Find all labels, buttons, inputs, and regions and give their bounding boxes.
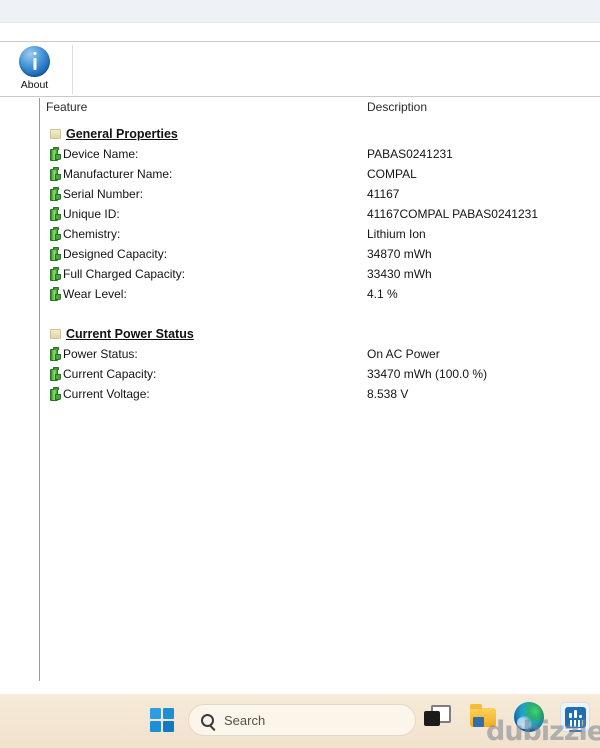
list-group-label: General Properties xyxy=(66,127,178,141)
table-row[interactable]: Device Name: PABAS0241231 xyxy=(42,144,600,164)
battery-item-icon xyxy=(50,227,61,241)
feature-value: On AC Power xyxy=(367,347,440,361)
table-row[interactable]: Designed Capacity: 34870 mWh xyxy=(42,244,600,264)
list-group-label: Current Power Status xyxy=(66,327,194,341)
battery-item-icon xyxy=(50,247,61,261)
feature-label: Manufacturer Name: xyxy=(63,167,173,181)
search-placeholder: Search xyxy=(224,712,266,728)
battery-item-icon xyxy=(50,147,61,161)
task-view-icon[interactable] xyxy=(422,702,452,732)
table-row[interactable]: Manufacturer Name: COMPAL xyxy=(42,164,600,184)
table-row[interactable]: Serial Number: 41167 xyxy=(42,184,600,204)
feature-value: 33470 mWh (100.0 %) xyxy=(367,367,488,381)
battery-info-app-icon[interactable] xyxy=(560,702,590,732)
battery-item-icon xyxy=(50,387,61,401)
navigation-pane[interactable] xyxy=(0,98,40,681)
list-group-row[interactable]: Current Power Status xyxy=(42,324,600,344)
taskbar-icon-group xyxy=(422,702,590,732)
battery-item-icon xyxy=(50,347,61,361)
toolbar: About xyxy=(0,41,600,97)
battery-item-icon xyxy=(50,267,61,281)
battery-item-icon xyxy=(50,207,61,221)
feature-value: 41167 xyxy=(367,187,400,201)
taskbar-center-group: Search xyxy=(150,704,416,736)
folder-icon xyxy=(50,329,61,339)
column-header-feature[interactable]: Feature xyxy=(46,100,87,114)
table-row[interactable]: Current Voltage: 8.538 V xyxy=(42,384,600,404)
about-button-label: About xyxy=(20,79,49,91)
table-row[interactable]: Chemistry: Lithium Ion xyxy=(42,224,600,244)
battery-info-window: About Feature Description General Proper… xyxy=(0,23,600,717)
battery-details-list: Feature Description General Properties De… xyxy=(42,98,600,681)
battery-item-icon xyxy=(50,287,61,301)
feature-label: Unique ID: xyxy=(63,207,120,221)
search-input[interactable]: Search xyxy=(188,704,416,736)
window-body: Feature Description General Properties De… xyxy=(0,98,600,681)
battery-item-icon xyxy=(50,367,61,381)
feature-value: 33430 mWh xyxy=(367,267,432,281)
table-row[interactable]: Power Status: On AC Power xyxy=(42,344,600,364)
battery-item-icon xyxy=(50,187,61,201)
file-explorer-icon[interactable] xyxy=(468,702,498,732)
list-header: Feature Description xyxy=(42,98,600,120)
taskbar: Search xyxy=(0,694,600,748)
table-row[interactable]: Wear Level: 4.1 % xyxy=(42,284,600,304)
feature-value: COMPAL xyxy=(367,167,417,181)
feature-value: 41167COMPAL PABAS0241231 xyxy=(367,207,538,221)
microsoft-edge-icon[interactable] xyxy=(514,702,544,732)
screen: About Feature Description General Proper… xyxy=(0,0,600,748)
feature-value: Lithium Ion xyxy=(367,227,426,241)
table-row[interactable]: Full Charged Capacity: 33430 mWh xyxy=(42,264,600,284)
feature-label: Serial Number: xyxy=(63,187,144,201)
table-row[interactable]: Unique ID: 41167COMPAL PABAS0241231 xyxy=(42,204,600,224)
feature-label: Current Voltage: xyxy=(63,387,150,401)
table-row[interactable]: Current Capacity: 33470 mWh (100.0 %) xyxy=(42,364,600,384)
toolbar-separator xyxy=(72,45,73,94)
feature-label: Chemistry: xyxy=(63,227,121,241)
feature-label: Wear Level: xyxy=(63,287,127,301)
column-header-description[interactable]: Description xyxy=(367,100,427,114)
info-circle-icon xyxy=(19,46,50,77)
folder-icon xyxy=(50,129,61,139)
feature-value: 8.538 V xyxy=(367,387,409,401)
feature-value: PABAS0241231 xyxy=(367,147,453,161)
feature-value: 34870 mWh xyxy=(367,247,432,261)
list-row-spacer xyxy=(42,304,600,324)
feature-label: Full Charged Capacity: xyxy=(63,267,186,281)
start-icon[interactable] xyxy=(150,708,174,732)
battery-item-icon xyxy=(50,167,61,181)
feature-label: Device Name: xyxy=(63,147,139,161)
feature-label: Current Capacity: xyxy=(63,367,157,381)
list-group-row[interactable]: General Properties xyxy=(42,124,600,144)
feature-value: 4.1 % xyxy=(367,287,398,301)
about-button[interactable]: About xyxy=(6,43,63,97)
list-rows: General Properties Device Name: PABAS02412… xyxy=(42,120,600,404)
desktop-background-strip xyxy=(0,0,600,23)
feature-label: Designed Capacity: xyxy=(63,247,168,261)
feature-label: Power Status: xyxy=(63,347,138,361)
search-icon xyxy=(201,713,214,727)
